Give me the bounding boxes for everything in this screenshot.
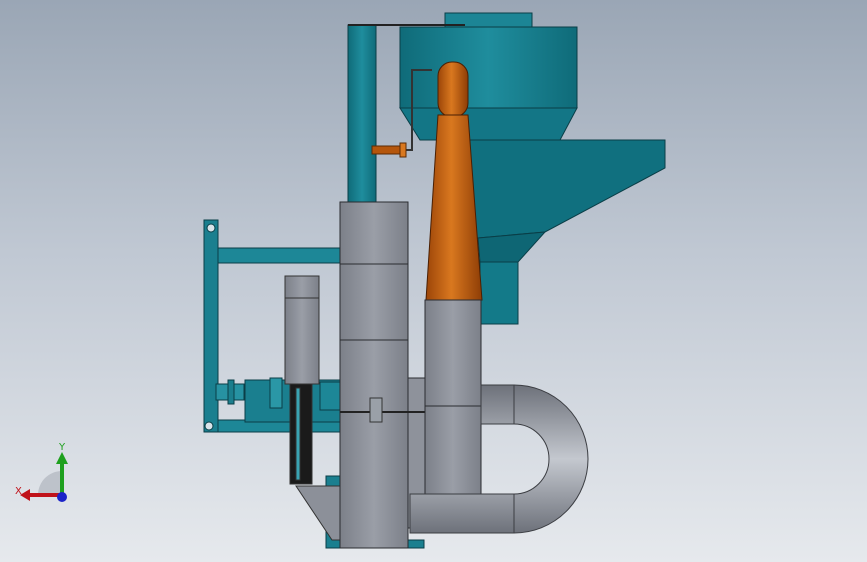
triad-quadrant (38, 471, 62, 495)
shaft-coupling[interactable] (215, 377, 341, 411)
y-axis-label: Y (58, 442, 66, 453)
y-axis-arrowhead (56, 452, 68, 464)
cad-viewport[interactable]: Y X (0, 0, 867, 562)
feed-chute[interactable] (295, 485, 341, 541)
3d-model[interactable] (0, 0, 867, 562)
motor[interactable] (284, 275, 320, 485)
axis-triad: Y X (15, 442, 68, 502)
z-axis-dot (57, 492, 67, 502)
x-axis-label: X (15, 486, 22, 497)
outlet-duct[interactable] (424, 299, 482, 495)
